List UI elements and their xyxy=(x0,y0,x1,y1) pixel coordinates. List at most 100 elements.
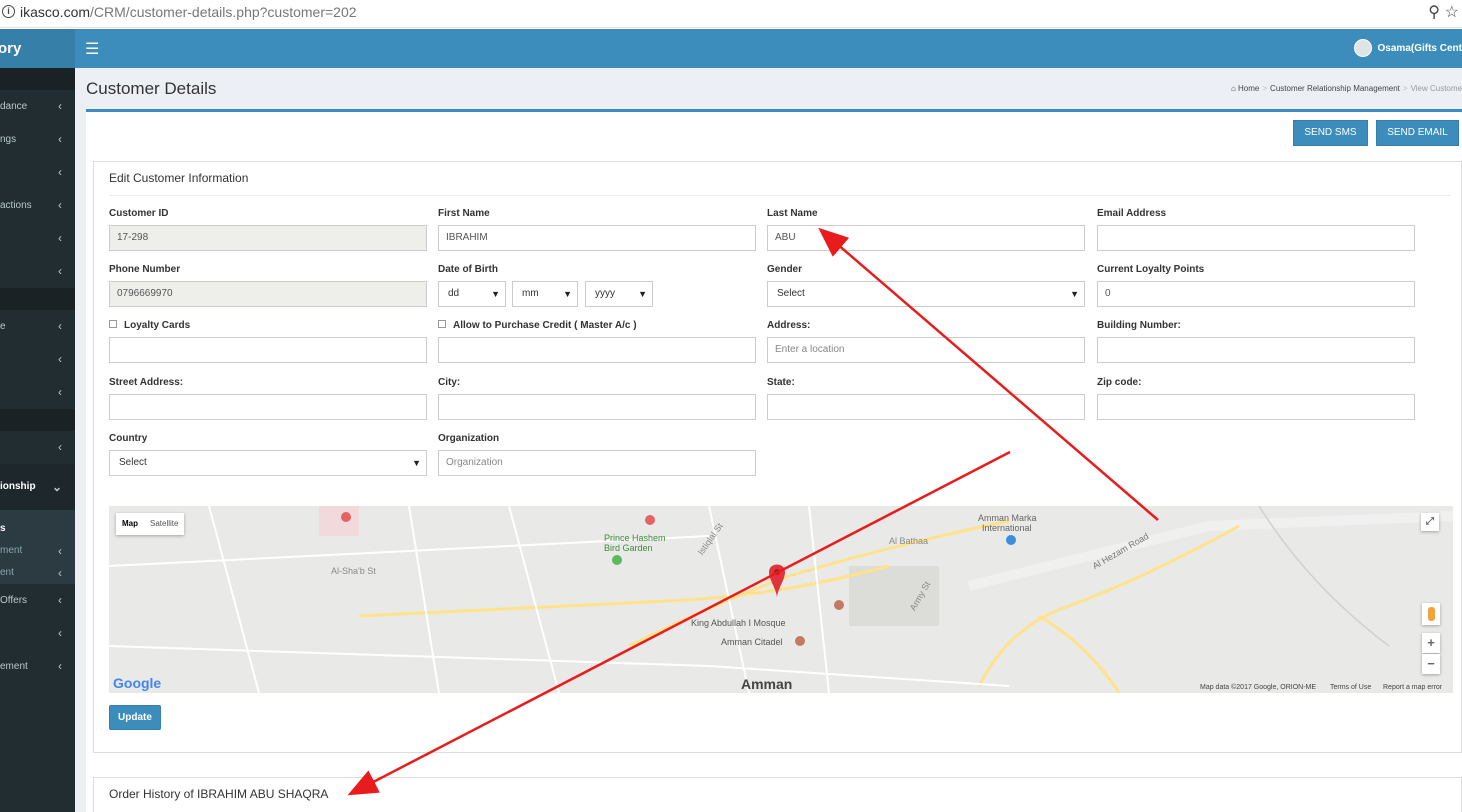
sidebar-item-attendance[interactable]: dance ‹ xyxy=(0,90,75,123)
menu-toggle-icon[interactable]: ☰ xyxy=(85,39,99,59)
building-field[interactable] xyxy=(1097,337,1415,363)
allow-credit-label[interactable]: Allow to Purchase Credit ( Master A/c ) xyxy=(438,320,637,331)
chevron-left-icon: ‹ xyxy=(58,659,62,673)
browser-url-bar: i ikasco.com/CRM/customer-details.php?cu… xyxy=(0,0,1462,28)
update-button[interactable]: Update xyxy=(109,705,161,730)
sidebar-item-management[interactable]: ement ‹ xyxy=(0,650,75,683)
chevron-left-icon: ‹ xyxy=(58,132,62,146)
send-sms-button[interactable]: SEND SMS xyxy=(1293,120,1368,146)
email-label: Email Address xyxy=(1097,208,1167,219)
map-data-credit: Map data ©2017 Google, ORION-ME xyxy=(1200,684,1317,691)
sidebar-item-5[interactable]: ‹ xyxy=(0,222,75,255)
sidebar-item-10[interactable]: ‹ xyxy=(0,431,75,464)
terms-of-use-link[interactable]: Terms of Use xyxy=(1330,684,1371,691)
map-roads xyxy=(109,506,1453,693)
allow-credit-field[interactable] xyxy=(438,337,756,363)
report-map-error-link[interactable]: Report a map error xyxy=(1383,684,1442,691)
organization-field[interactable]: Organization xyxy=(438,450,756,476)
email-field[interactable] xyxy=(1097,225,1415,251)
sidebar-item-8[interactable]: ‹ xyxy=(0,343,75,376)
customer-id-field[interactable]: 17-298 xyxy=(109,225,427,251)
sidebar-item-crm[interactable]: ionship ⌄ xyxy=(0,464,75,510)
zip-field[interactable] xyxy=(1097,394,1415,420)
address-field[interactable]: Enter a location xyxy=(767,337,1085,363)
info-icon[interactable]: i xyxy=(2,5,15,18)
chevron-left-icon: ‹ xyxy=(58,593,62,607)
panel-title: Edit Customer Information xyxy=(109,171,249,185)
location-map[interactable]: Map Satellite Amman Marka International … xyxy=(109,506,1453,693)
breadcrumb-home[interactable]: Home xyxy=(1238,84,1259,93)
user-menu[interactable]: Osama(Gifts Cent xyxy=(1353,29,1462,68)
chevron-left-icon: ‹ xyxy=(58,198,62,212)
sidebar-item-6[interactable]: ‹ xyxy=(0,255,75,288)
sidebar-item-3[interactable]: ‹ xyxy=(0,156,75,189)
chevron-left-icon: ‹ xyxy=(58,352,62,366)
zoom-out-button[interactable]: − xyxy=(1422,654,1440,674)
caret-down-icon: ▼ xyxy=(1070,289,1079,299)
fullscreen-icon[interactable]: ⤢ xyxy=(1421,513,1439,531)
sidebar-subitem-management[interactable]: ment ‹ xyxy=(0,540,75,562)
map-label-prince-hashem: Prince Hashem xyxy=(604,533,666,543)
loyalty-cards-checkbox[interactable] xyxy=(109,320,117,329)
zip-label: Zip code: xyxy=(1097,377,1142,388)
satellite-tab[interactable]: Satellite xyxy=(144,513,184,535)
dob-month-select[interactable]: mm ▼ xyxy=(512,281,578,307)
breadcrumb-current: View Custome xyxy=(1410,84,1462,93)
caret-down-icon: ▼ xyxy=(491,289,500,299)
gender-label: Gender xyxy=(767,264,803,275)
city-field[interactable] xyxy=(438,394,756,420)
country-select[interactable]: Select ▼ xyxy=(109,450,427,476)
gender-select[interactable]: Select ▼ xyxy=(767,281,1085,307)
loyalty-cards-field[interactable] xyxy=(109,337,427,363)
map-tab[interactable]: Map xyxy=(116,513,144,535)
dob-year-select[interactable]: yyyy ▼ xyxy=(585,281,653,307)
last-name-field[interactable]: ABU xyxy=(767,225,1085,251)
divider xyxy=(109,195,1451,196)
loyalty-cards-label[interactable]: Loyalty Cards xyxy=(109,320,190,331)
caret-down-icon: ▼ xyxy=(638,289,647,299)
state-field[interactable] xyxy=(767,394,1085,420)
url-text[interactable]: ikasco.com/CRM/customer-details.php?cust… xyxy=(20,4,357,20)
street-field[interactable] xyxy=(109,394,427,420)
sidebar-divider xyxy=(0,409,75,431)
allow-credit-checkbox[interactable] xyxy=(438,320,446,329)
last-name-label: Last Name xyxy=(767,208,818,219)
dob-label: Date of Birth xyxy=(438,264,498,275)
chevron-left-icon: ‹ xyxy=(58,566,62,580)
sidebar-subitem-ent[interactable]: ent ‹ xyxy=(0,562,75,584)
star-icon[interactable]: ☆ xyxy=(1445,2,1459,22)
sidebar-divider xyxy=(0,288,75,310)
home-icon: ⌂ xyxy=(1230,84,1236,93)
sidebar-item-16[interactable]: ‹ xyxy=(0,617,75,650)
content-area: Customer Details ⌂ Home > Customer Relatio… xyxy=(75,68,1462,812)
sidebar-item-offers[interactable]: Offers ‹ xyxy=(0,584,75,617)
send-email-button[interactable]: SEND EMAIL xyxy=(1376,120,1459,146)
pegman-icon[interactable] xyxy=(1422,603,1440,625)
sidebar-item-9[interactable]: ‹ xyxy=(0,376,75,409)
sidebar: ory dance ‹ ngs ‹ ‹ actions ‹ ‹ ‹ e ‹ ‹ ‹ ‹ … xyxy=(0,29,75,812)
street-label: Street Address: xyxy=(109,377,184,388)
state-label: State: xyxy=(767,377,795,388)
phone-field[interactable]: 0796669970 xyxy=(109,281,427,307)
sidebar-subitem-customers[interactable]: s xyxy=(0,518,75,540)
loyalty-points-field[interactable]: 0 xyxy=(1097,281,1415,307)
sidebar-submenu: s ment ‹ ent ‹ xyxy=(0,510,75,584)
customer-box: SEND SMS SEND EMAIL Edit Customer Inform… xyxy=(86,109,1462,812)
url-host: ikasco.com xyxy=(20,4,91,20)
brand-logo[interactable]: ory xyxy=(0,29,75,68)
organization-label: Organization xyxy=(438,433,500,444)
zoom-in-button[interactable]: + xyxy=(1422,633,1440,653)
zoom-icon[interactable]: ⚲ xyxy=(1428,2,1440,22)
map-label-citadel: Amman Citadel xyxy=(721,637,783,647)
sidebar-item-transactions[interactable]: actions ‹ xyxy=(0,189,75,222)
top-navbar: ☰ Osama(Gifts Cent xyxy=(75,29,1462,68)
chevron-left-icon: ‹ xyxy=(58,319,62,333)
first-name-field[interactable]: IBRAHIM xyxy=(438,225,756,251)
dob-day-select[interactable]: dd ▼ xyxy=(438,281,506,307)
sidebar-item-7[interactable]: e ‹ xyxy=(0,310,75,343)
caret-down-icon: ▼ xyxy=(563,289,572,299)
breadcrumb-crm[interactable]: Customer Relationship Management xyxy=(1270,84,1400,93)
order-history-panel: Order History of IBRAHIM ABU SHAQRA xyxy=(93,777,1462,812)
city-label: City: xyxy=(438,377,461,388)
sidebar-item-settings[interactable]: ngs ‹ xyxy=(0,123,75,156)
